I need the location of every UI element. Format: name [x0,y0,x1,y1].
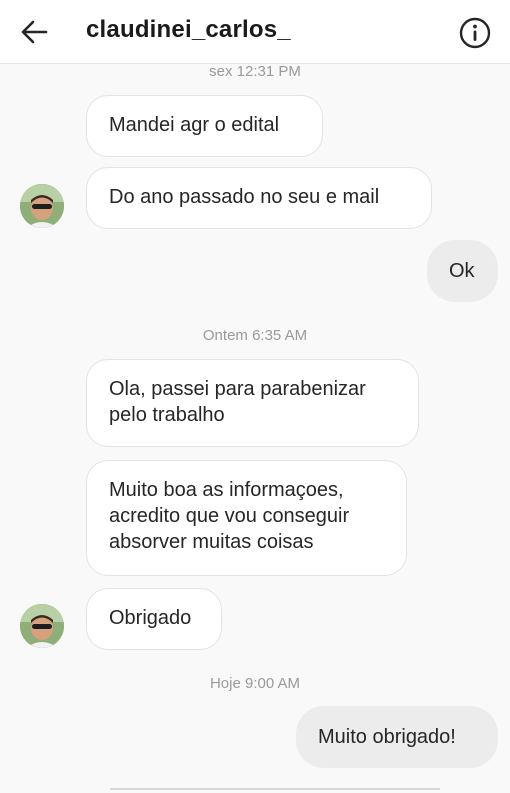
message-bubble-incoming[interactable]: Ola, passei para parabenizar pelo trabal… [86,359,419,447]
arrow-left-icon [21,20,48,44]
contact-username[interactable]: claudinei_carlos_ [86,16,291,44]
message-bubble-incoming[interactable]: Obrigado [86,588,222,650]
info-button[interactable] [458,16,492,50]
message-bubble-incoming[interactable]: Do ano passado no seu e mail [86,167,432,229]
chat-header: claudinei_carlos_ [0,0,510,64]
composer-edge [110,788,440,790]
contact-avatar-icon [20,604,64,648]
avatar[interactable] [20,184,64,228]
contact-avatar-icon [20,184,64,228]
message-bubble-outgoing[interactable]: Ok [427,240,498,302]
timestamp-divider: Ontem 6:35 AM [202,327,308,344]
timestamp-divider: sex 12:31 PM [209,63,301,80]
back-button[interactable] [18,16,50,48]
message-bubble-incoming[interactable]: Muito boa as informaçoes, acredito que v… [86,460,407,576]
message-bubble-incoming[interactable]: Mandei agr o edital [86,95,323,157]
message-bubble-outgoing[interactable]: Muito obrigado! [296,706,498,768]
info-circle-icon [459,17,491,49]
timestamp-divider: Hoje 9:00 AM [209,675,301,692]
avatar[interactable] [20,604,64,648]
